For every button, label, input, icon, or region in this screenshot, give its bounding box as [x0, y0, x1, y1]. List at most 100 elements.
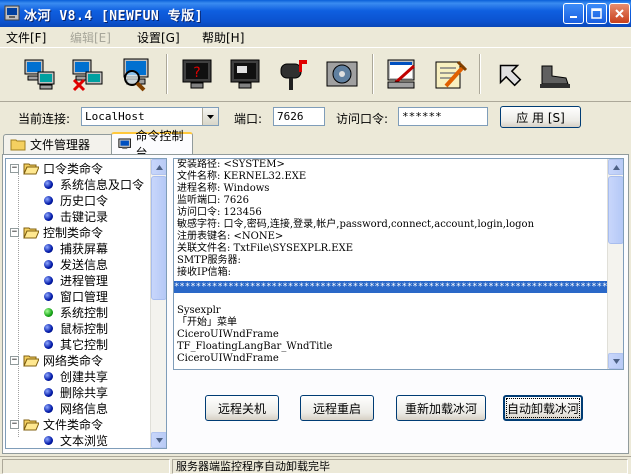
- log-line: 关联文件名: TxtFile\SYSEXPLR.EXE: [177, 243, 354, 254]
- tree-item-keylogger[interactable]: 击键记录: [44, 208, 108, 224]
- tree-group-file[interactable]: − 文件类命令: [10, 416, 103, 432]
- tree-item-system-control[interactable]: 系统控制: [44, 304, 108, 320]
- scroll-down-icon[interactable]: [608, 353, 623, 369]
- password-input[interactable]: ******: [398, 107, 488, 126]
- menu-help[interactable]: 帮助[H]: [202, 29, 244, 46]
- tree-group-control[interactable]: − 控制类命令: [10, 224, 103, 240]
- app-window: 冰河 V8.4 [NEWFUN 专版] 文件[F] 编辑[E] 设置[G] 帮助…: [0, 0, 631, 474]
- scroll-down-icon[interactable]: [151, 432, 166, 448]
- tree-group-password[interactable]: − 口令类命令: [10, 160, 103, 176]
- tree-item-process-manager[interactable]: 进程管理: [44, 272, 108, 288]
- tree-item-network-info[interactable]: 网络信息: [44, 400, 108, 416]
- tree-item-system-info[interactable]: 系统信息及口令: [44, 176, 144, 192]
- tree-item-send-message[interactable]: 发送信息: [44, 256, 108, 272]
- remote-control-button[interactable]: [380, 52, 424, 96]
- add-host-icon: [24, 59, 55, 90]
- config-button[interactable]: [320, 52, 364, 96]
- minimize-button[interactable]: [563, 3, 584, 24]
- toolbar-separator: [372, 54, 374, 94]
- menu-edit[interactable]: 编辑[E]: [70, 29, 111, 46]
- tree-item-label: 其它控制: [60, 337, 109, 352]
- apply-button[interactable]: 应 用 [S]: [500, 106, 581, 128]
- capture-screen-button[interactable]: ?: [175, 52, 219, 96]
- tab-file-manager[interactable]: 文件管理器: [3, 134, 113, 154]
- collapse-icon[interactable]: −: [10, 163, 19, 173]
- tab-bar: 文件管理器 命令控制台: [0, 129, 631, 160]
- remote-control-icon: [387, 59, 416, 89]
- log-line: TF_FloatingLangBar_WndTitle: [177, 341, 333, 352]
- password-label: 访问口令:: [336, 112, 389, 126]
- tree-item-password-history[interactable]: 历史口令: [44, 192, 108, 208]
- tree-item-label: 删除共享: [60, 385, 109, 400]
- find-host-button[interactable]: [114, 52, 158, 96]
- settings-button[interactable]: [428, 52, 472, 96]
- close-button[interactable]: [609, 3, 630, 24]
- green-ball-icon: [44, 307, 53, 317]
- app-icon: [4, 5, 20, 21]
- connection-bar: 当前连接: LocalHost 端口: 7626 访问口令: ****** 应 …: [0, 101, 631, 131]
- menu-settings[interactable]: 设置[G]: [137, 29, 180, 46]
- collapse-icon[interactable]: −: [10, 419, 19, 429]
- tab-file-manager-label: 文件管理器: [30, 138, 91, 152]
- auto-uninstall-button[interactable]: 自动卸载冰河: [503, 395, 583, 421]
- command-tree[interactable]: − 口令类命令 系统信息及口令 历史口令 击键记录 − 控制类命令 捕获屏幕 发…: [5, 158, 167, 449]
- log-line: 文件名称: KERNEL32.EXE: [177, 171, 307, 182]
- tab-command-console[interactable]: 命令控制台: [111, 129, 193, 160]
- add-host-button[interactable]: [18, 52, 62, 96]
- scroll-up-icon[interactable]: [151, 159, 166, 175]
- folder-open-icon: [23, 163, 39, 174]
- tree-item-label: 窗口管理: [60, 289, 109, 304]
- title-bar[interactable]: 冰河 V8.4 [NEWFUN 专版]: [0, 0, 631, 27]
- mail-icon: [280, 60, 307, 90]
- log-line: CiceroUIWndFrame: [177, 353, 279, 364]
- tree-item-label: 文本浏览: [60, 433, 109, 448]
- maximize-button[interactable]: [586, 3, 607, 24]
- tree-item-label: 系统信息及口令: [60, 177, 145, 192]
- tree-item-capture-screen[interactable]: 捕获屏幕: [44, 240, 108, 256]
- back-button[interactable]: [487, 52, 531, 96]
- status-cell-empty: [2, 459, 170, 474]
- blue-ball-icon: [44, 179, 53, 189]
- folder-icon: [10, 139, 26, 151]
- tree-group-network[interactable]: − 网络类命令: [10, 352, 103, 368]
- console-output[interactable]: 安装路径: <SYSTEM> 文件名称: KERNEL32.EXE 进程名称: …: [173, 158, 624, 370]
- tree-scroll-thumb[interactable]: [151, 176, 166, 300]
- window-title: 冰河 V8.4 [NEWFUN 专版]: [24, 9, 203, 24]
- status-bar: 服务器端监控程序自动卸载完毕: [0, 456, 631, 474]
- log-line: 访问口令: 123456: [177, 207, 262, 218]
- exit-button[interactable]: [532, 52, 576, 96]
- tree-item-text-browse[interactable]: 文本浏览: [44, 432, 108, 448]
- chevron-down-icon[interactable]: [202, 108, 218, 125]
- tree-item-label: 网络信息: [60, 401, 109, 416]
- port-input[interactable]: 7626: [273, 107, 325, 126]
- delete-host-icon: [72, 59, 103, 92]
- log-scrollbar[interactable]: [607, 159, 623, 369]
- tree-scrollbar[interactable]: [150, 159, 166, 448]
- remote-reboot-button[interactable]: 远程重启: [300, 395, 374, 421]
- menu-file[interactable]: 文件[F]: [6, 29, 46, 46]
- collapse-icon[interactable]: −: [10, 227, 19, 237]
- tree-item-other-control[interactable]: 其它控制: [44, 336, 108, 352]
- delete-host-button[interactable]: [66, 52, 110, 96]
- tree-item-label: 鼠标控制: [60, 321, 109, 336]
- menu-bar: 文件[F] 编辑[E] 设置[G] 帮助[H]: [0, 27, 631, 46]
- capture-screen-icon: ?: [182, 59, 212, 89]
- current-connection-select[interactable]: LocalHost: [81, 107, 219, 126]
- tree-item-create-share[interactable]: 创建共享: [44, 368, 108, 384]
- log-scroll-thumb[interactable]: [608, 176, 623, 244]
- tree-item-label: 发送信息: [60, 257, 109, 272]
- reload-server-button[interactable]: 重新加载冰河: [396, 395, 486, 421]
- exit-icon: [540, 65, 570, 88]
- toolbar-separator: [479, 54, 481, 94]
- tree-item-window-manager[interactable]: 窗口管理: [44, 288, 108, 304]
- mail-button[interactable]: [271, 52, 315, 96]
- tree-item-delete-share[interactable]: 删除共享: [44, 384, 108, 400]
- scroll-up-icon[interactable]: [608, 159, 623, 175]
- collapse-icon[interactable]: −: [10, 355, 19, 365]
- tree-item-mouse-control[interactable]: 鼠标控制: [44, 320, 108, 336]
- remote-shutdown-button[interactable]: 远程关机: [205, 395, 279, 421]
- control-screen-button[interactable]: [223, 52, 267, 96]
- folder-open-icon: [23, 355, 39, 366]
- toolbar: ?: [0, 47, 631, 99]
- log-line: 注册表键名: <NONE>: [177, 231, 284, 242]
